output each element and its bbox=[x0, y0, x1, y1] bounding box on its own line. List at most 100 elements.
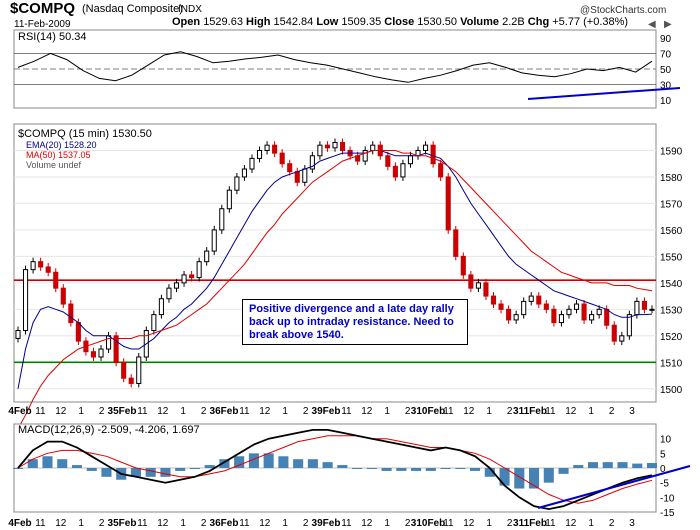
price-tick-label: 1580 bbox=[660, 173, 683, 184]
candle-body bbox=[30, 261, 36, 271]
rsi-title: RSI(14) 50.34 bbox=[18, 31, 86, 43]
x-axis-label: 12 bbox=[55, 518, 67, 529]
price-tick-label: 1540 bbox=[660, 279, 683, 290]
x-axis-label: 4Feb bbox=[8, 406, 31, 417]
x-axis-label: 2 bbox=[201, 518, 207, 529]
x-axis-label: 12 bbox=[55, 406, 67, 417]
x-axis-label: 12 bbox=[259, 518, 271, 529]
candle-body bbox=[385, 155, 391, 167]
candle-body bbox=[370, 144, 376, 151]
candle-body bbox=[15, 330, 21, 339]
candle-body bbox=[60, 287, 66, 305]
candle-body bbox=[317, 144, 323, 157]
candle-body bbox=[551, 308, 557, 324]
x-axis-label: 1 bbox=[588, 518, 594, 529]
candle-body bbox=[196, 261, 202, 279]
x-axis-label: 39Feb bbox=[312, 406, 341, 417]
candle-body bbox=[287, 163, 293, 173]
candle-body bbox=[204, 250, 210, 263]
x-axis-label: 2 bbox=[609, 406, 615, 417]
x-axis-label: 11 bbox=[35, 406, 46, 417]
x-axis-label: 2 bbox=[201, 406, 207, 417]
candle-body bbox=[506, 308, 512, 321]
price-legend-entry: Volume undef bbox=[26, 160, 82, 170]
macd-histogram-bar bbox=[455, 468, 466, 469]
macd-histogram-bar bbox=[352, 468, 363, 469]
macd-histogram-bar bbox=[189, 468, 200, 469]
x-axis-label: 1 bbox=[180, 518, 186, 529]
candle-body bbox=[513, 314, 519, 321]
x-axis-label: 12 bbox=[565, 518, 577, 529]
x-axis-label: 310Feb bbox=[411, 518, 445, 529]
candle-body bbox=[483, 282, 489, 297]
price-tick-label: 1570 bbox=[660, 199, 683, 210]
candle-body bbox=[234, 176, 240, 191]
x-axis-label: 11 bbox=[545, 518, 556, 529]
candle-body bbox=[279, 152, 285, 165]
x-axis-label: 1 bbox=[282, 518, 288, 529]
macd-histogram-bar bbox=[145, 468, 156, 477]
x-axis-label: 12 bbox=[157, 518, 169, 529]
candle-body bbox=[423, 144, 429, 151]
rsi-tick-label: 10 bbox=[660, 96, 672, 107]
candle-body bbox=[45, 266, 51, 273]
macd-tick-label: 5 bbox=[660, 449, 666, 460]
x-axis-label: 12 bbox=[361, 406, 373, 417]
macd-histogram-bar bbox=[12, 468, 24, 469]
x-axis-label: 11 bbox=[443, 406, 454, 417]
candle-body bbox=[38, 261, 44, 268]
macd-tick-label: -10 bbox=[660, 493, 675, 504]
candle-body bbox=[173, 282, 180, 289]
chart-annotation: Positive divergence and a late day rally… bbox=[242, 299, 468, 345]
candle-body bbox=[121, 361, 127, 379]
price-tick-label: 1560 bbox=[660, 226, 683, 237]
x-axis-label: 36Feb bbox=[210, 518, 239, 529]
x-axis-label: 12 bbox=[565, 406, 577, 417]
x-axis-label: 12 bbox=[463, 518, 475, 529]
candle-body bbox=[294, 171, 300, 183]
macd-histogram-bar bbox=[307, 459, 318, 468]
rsi-tick-label: 50 bbox=[660, 65, 672, 76]
price-tick-label: 1550 bbox=[660, 252, 683, 263]
x-axis-label: 3 bbox=[629, 518, 635, 529]
macd-histogram-bar bbox=[573, 465, 584, 468]
candle-body bbox=[566, 308, 572, 316]
macd-histogram-bar bbox=[646, 463, 658, 468]
candle-body bbox=[264, 144, 270, 151]
candle-body bbox=[53, 271, 59, 289]
candle-body bbox=[475, 282, 481, 289]
rsi-tick-label: 70 bbox=[660, 49, 672, 60]
x-axis-label: 12 bbox=[259, 406, 271, 417]
x-axis-label: 311Feb bbox=[513, 406, 547, 417]
macd-histogram-bar bbox=[175, 468, 186, 471]
macd-histogram-bar bbox=[632, 463, 643, 468]
macd-histogram-bar bbox=[160, 468, 171, 477]
candle-body bbox=[332, 142, 338, 149]
x-axis-label: 11 bbox=[239, 406, 250, 417]
candle-body bbox=[521, 300, 527, 316]
x-axis-label: 4Feb bbox=[8, 518, 31, 529]
candle-body bbox=[626, 314, 632, 337]
x-axis-label: 310Feb bbox=[411, 406, 445, 417]
macd-histogram-bar bbox=[337, 465, 348, 468]
macd-histogram-bar bbox=[293, 459, 304, 468]
price-title: $COMPQ (15 min) 1530.50 bbox=[18, 128, 152, 140]
candle-body bbox=[98, 348, 104, 358]
candle-body bbox=[136, 356, 142, 384]
x-axis-label: 2 bbox=[303, 518, 309, 529]
candle-body bbox=[558, 314, 564, 324]
candle-body bbox=[219, 208, 225, 231]
candle-body bbox=[634, 300, 640, 316]
candle-body bbox=[438, 163, 444, 178]
price-legend-entry: MA(50) 1537.05 bbox=[26, 150, 91, 160]
macd-tick-label: -5 bbox=[660, 479, 669, 490]
candle-body bbox=[68, 303, 74, 324]
x-axis-label: 39Feb bbox=[312, 518, 341, 529]
candle-body bbox=[392, 165, 398, 178]
macd-histogram-bar bbox=[101, 468, 112, 477]
candle-body bbox=[490, 295, 497, 305]
price-tick-label: 1500 bbox=[660, 385, 683, 396]
candle-body bbox=[649, 308, 655, 311]
x-axis-label: 1 bbox=[384, 406, 390, 417]
macd-histogram-bar bbox=[71, 465, 83, 468]
